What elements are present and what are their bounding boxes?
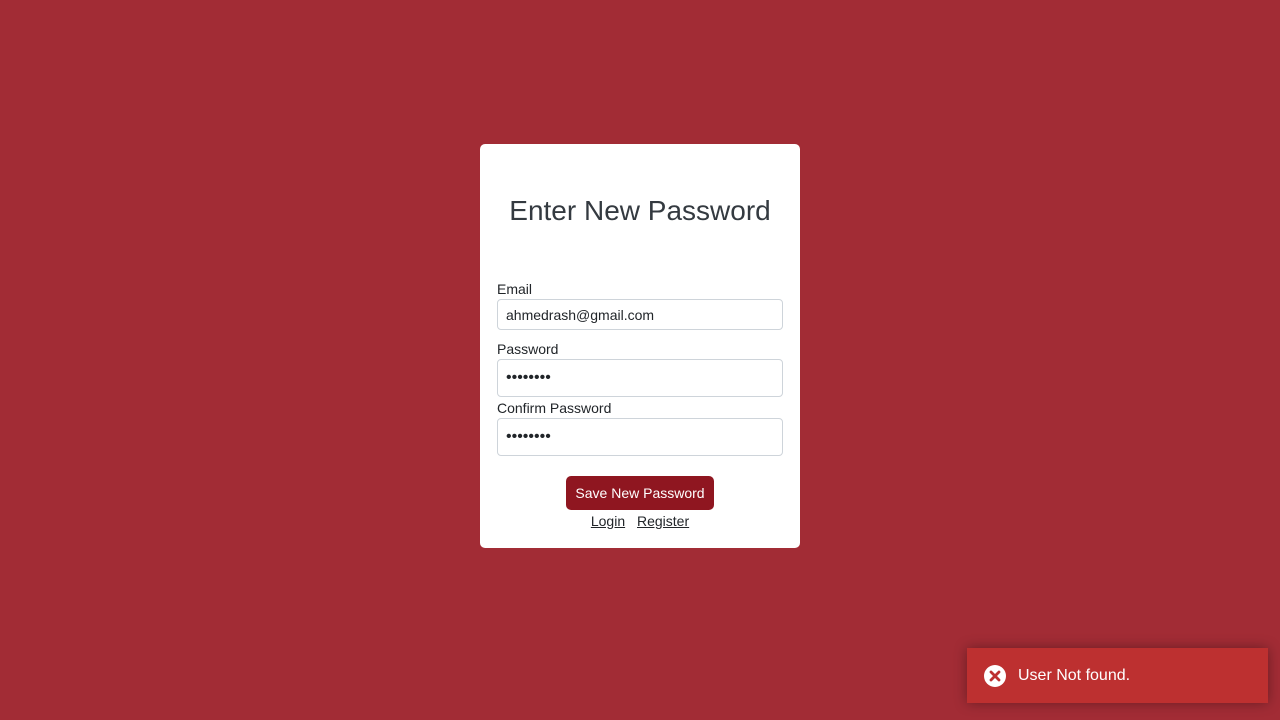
save-new-password-button[interactable]: Save New Password: [566, 476, 714, 510]
confirm-password-label: Confirm Password: [497, 400, 612, 416]
confirm-password-field[interactable]: [497, 418, 783, 456]
error-toast[interactable]: User Not found.: [967, 648, 1268, 703]
password-label: Password: [497, 341, 559, 357]
email-field[interactable]: [497, 299, 783, 330]
auth-links: Login Register: [0, 512, 1280, 530]
password-field[interactable]: [497, 359, 783, 397]
email-label: Email: [497, 281, 533, 297]
register-link[interactable]: Register: [637, 513, 689, 529]
page-title: Enter New Password: [509, 195, 771, 226]
login-link[interactable]: Login: [591, 513, 625, 529]
error-circle-icon: [983, 664, 1007, 688]
toast-message: User Not found.: [1018, 666, 1131, 684]
